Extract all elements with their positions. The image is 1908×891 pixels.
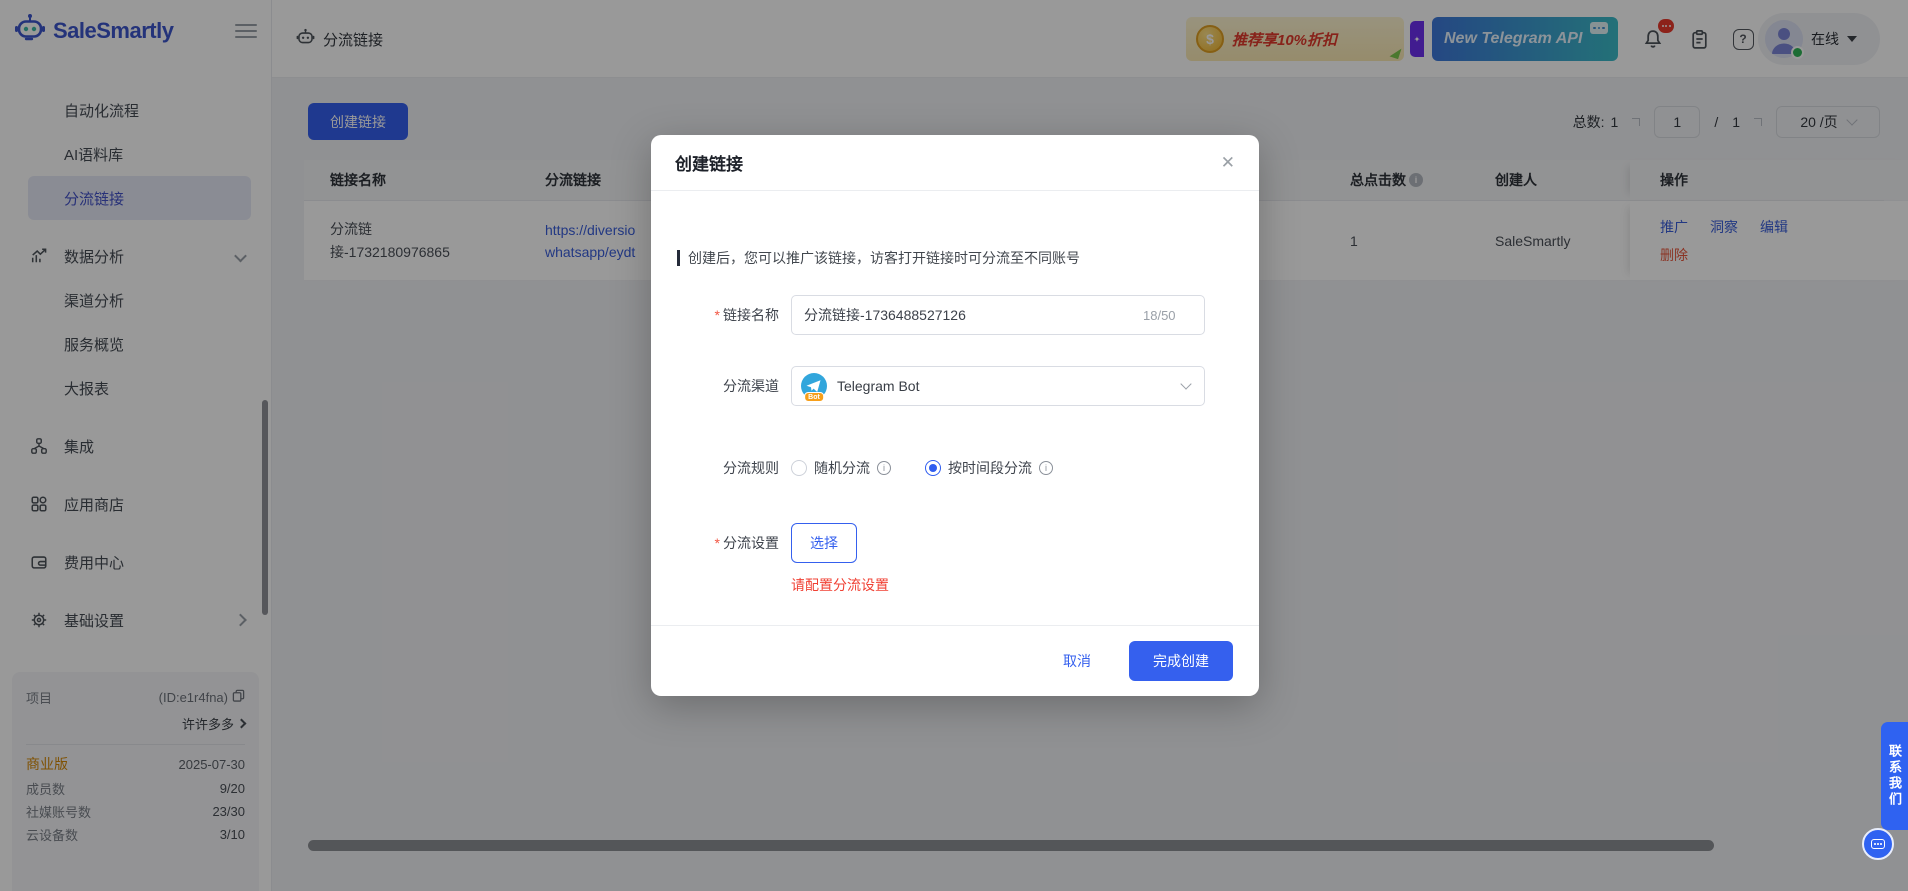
channel-selected-value: Telegram Bot: [837, 378, 920, 394]
name-field-row: *链接名称 18/50: [651, 295, 1259, 335]
submit-button[interactable]: 完成创建: [1129, 641, 1233, 681]
create-link-modal: 创建链接 ✕ 创建后，您可以推广该链接，访客打开链接时可分流至不同账号 * 链接名…: [651, 135, 1259, 696]
modal-title: 创建链接: [675, 155, 743, 174]
info-icon[interactable]: i: [1039, 461, 1053, 475]
modal-intro: 创建后，您可以推广该链接，访客打开链接时可分流至不同账号: [677, 248, 1080, 268]
contact-us-tab[interactable]: 联系我们: [1881, 722, 1908, 830]
cancel-button[interactable]: 取消: [1063, 651, 1091, 671]
required-asterisk: *: [714, 535, 720, 551]
required-asterisk: *: [714, 307, 720, 323]
settings-error-text: 请配置分流设置: [791, 577, 889, 593]
app-root: SaleSmartly 自动化流程 AI语料库 分流链接 数据分析 渠道分析 服…: [0, 0, 1908, 891]
telegram-icon: Bot: [801, 373, 827, 402]
chat-launcher-button[interactable]: [1862, 828, 1894, 860]
settings-field-row: * 分流设置 选择 请配置分流设置: [651, 523, 1259, 603]
modal-footer: 取消 完成创建: [651, 625, 1259, 696]
rule-field-row: 分流规则 随机分流 i 按时间段分流 i: [651, 456, 1259, 480]
channel-field-row: 分流渠道 Bot Telegram Bot: [651, 366, 1259, 406]
chevron-down-icon: [1180, 378, 1192, 390]
bot-badge: Bot: [804, 392, 824, 402]
radio-selected-icon: [925, 460, 941, 476]
chat-icon: [1871, 839, 1885, 849]
decoration: [677, 250, 680, 266]
char-counter: 18/50: [1143, 307, 1176, 323]
channel-select[interactable]: Bot Telegram Bot: [791, 366, 1205, 406]
radio-icon: [791, 460, 807, 476]
choose-settings-button[interactable]: 选择: [791, 523, 857, 563]
close-icon[interactable]: ✕: [1221, 154, 1235, 171]
radio-time-split[interactable]: 按时间段分流 i: [925, 458, 1053, 478]
radio-random-split[interactable]: 随机分流 i: [791, 458, 891, 478]
modal-header: 创建链接 ✕: [651, 135, 1259, 191]
contact-us-label: 联系我们: [1887, 744, 1902, 808]
info-icon[interactable]: i: [877, 461, 891, 475]
